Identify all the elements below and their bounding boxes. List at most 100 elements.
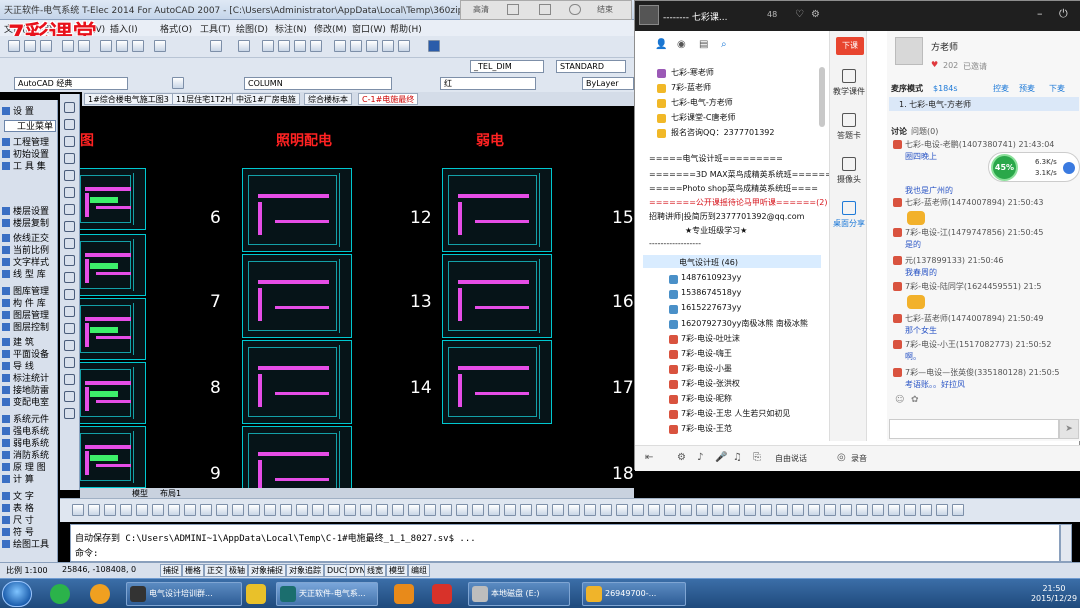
teacher-item[interactable]: 七彩课堂-C唐老师 bbox=[671, 112, 735, 123]
color-combo[interactable]: 红 bbox=[440, 77, 536, 90]
modify-tool-icon[interactable] bbox=[696, 504, 708, 516]
modify-tool-icon[interactable] bbox=[72, 504, 84, 516]
toolpalette-icon[interactable] bbox=[366, 40, 378, 52]
modify-tool-icon[interactable] bbox=[568, 504, 580, 516]
panel-item[interactable]: 变配电室 bbox=[2, 397, 49, 409]
preview-icon[interactable] bbox=[78, 40, 90, 52]
minimize-icon[interactable]: – bbox=[1037, 7, 1043, 20]
cut-icon[interactable] bbox=[100, 40, 112, 52]
modify-tool-icon[interactable] bbox=[952, 504, 964, 516]
modify-tool-icon[interactable] bbox=[488, 504, 500, 516]
sheet-system-1[interactable] bbox=[80, 168, 146, 230]
redo-icon[interactable] bbox=[238, 40, 250, 52]
modify-tool-icon[interactable] bbox=[728, 504, 740, 516]
polyline-icon[interactable] bbox=[64, 136, 75, 147]
send-icon[interactable]: ➤ bbox=[1059, 419, 1079, 439]
message-input[interactable] bbox=[889, 419, 1059, 439]
sheet-system-3[interactable] bbox=[80, 298, 146, 360]
matchprop-icon[interactable] bbox=[154, 40, 166, 52]
menu-format[interactable]: 格式(O) bbox=[160, 22, 192, 35]
pinned-app-icon[interactable] bbox=[246, 584, 266, 604]
panel-item[interactable]: 绘图工具 bbox=[2, 539, 49, 551]
flower-icon[interactable]: ✿ bbox=[911, 395, 919, 405]
tab-drawing-5[interactable]: C-1#电施最终 bbox=[358, 93, 419, 105]
gradient-icon[interactable] bbox=[64, 357, 75, 368]
modify-tool-icon[interactable] bbox=[216, 504, 228, 516]
task-yy[interactable]: 26949700-... bbox=[582, 582, 686, 606]
modify-tool-icon[interactable] bbox=[136, 504, 148, 516]
menu-draw[interactable]: 绘图(D) bbox=[236, 22, 268, 35]
member-item[interactable]: 1620792730yy南极冰熊 南极冰熊 bbox=[681, 318, 808, 329]
zoom-previous-icon[interactable] bbox=[310, 40, 322, 52]
workspace-combo[interactable]: AutoCAD 经典 bbox=[14, 77, 128, 90]
ellipse-icon[interactable] bbox=[64, 255, 75, 266]
modify-tool-icon[interactable] bbox=[712, 504, 724, 516]
settings-icon[interactable]: ⚙ bbox=[811, 9, 820, 20]
command-scrollbar[interactable] bbox=[1060, 524, 1072, 562]
subchannel-item[interactable]: ------------------ bbox=[649, 239, 701, 248]
menu-window[interactable]: 窗口(W) bbox=[352, 22, 386, 35]
drawing-canvas[interactable]: 图 照明配电 弱电 6 7 8 9 12 13 14 15 16 17 18 bbox=[80, 106, 634, 490]
modify-tool-icon[interactable] bbox=[760, 504, 772, 516]
panel-item[interactable]: 当前比例 bbox=[2, 245, 49, 257]
pause-icon[interactable] bbox=[569, 4, 581, 15]
emoji-icon[interactable]: ☺ bbox=[895, 395, 904, 405]
panel-item[interactable]: 尺 寸 bbox=[2, 515, 34, 527]
lineweight-toggle[interactable]: 线宽 bbox=[364, 564, 386, 577]
modify-tool-icon[interactable] bbox=[472, 504, 484, 516]
leave-class-button[interactable]: 下课 bbox=[836, 37, 864, 55]
tab-discuss[interactable]: 讨论 bbox=[891, 126, 907, 137]
acrobat-icon[interactable] bbox=[432, 584, 452, 604]
point-icon[interactable] bbox=[64, 323, 75, 334]
member-item[interactable]: 7彩-电设-王范 bbox=[681, 423, 732, 434]
modify-tool-icon[interactable] bbox=[616, 504, 628, 516]
panel-item[interactable]: 计 算 bbox=[2, 474, 34, 486]
dim-style-combo[interactable]: _TEL_DIM bbox=[470, 60, 544, 73]
stop-button[interactable]: 结束 bbox=[597, 4, 613, 15]
member-item[interactable]: 7彩-电设-张洪权 bbox=[681, 378, 740, 389]
modify-tool-icon[interactable] bbox=[328, 504, 340, 516]
panel-item[interactable]: 图层管理 bbox=[2, 310, 49, 322]
osnap-toggle[interactable]: 对象捕捉 bbox=[248, 564, 286, 577]
model-toggle[interactable]: 模型 bbox=[386, 564, 408, 577]
panel-item[interactable]: 符 号 bbox=[2, 527, 34, 539]
insert-block-icon[interactable] bbox=[64, 289, 75, 300]
panel-item[interactable]: 文字样式 bbox=[2, 257, 49, 269]
modify-tool-icon[interactable] bbox=[104, 504, 116, 516]
qq-icon[interactable] bbox=[90, 584, 110, 604]
modify-tool-icon[interactable] bbox=[264, 504, 276, 516]
polar-toggle[interactable]: 极轴 bbox=[226, 564, 248, 577]
table-tool-icon[interactable] bbox=[64, 391, 75, 402]
save-icon[interactable] bbox=[40, 40, 52, 52]
new-icon[interactable] bbox=[8, 40, 20, 52]
modify-tool-icon[interactable] bbox=[312, 504, 324, 516]
courseware-button[interactable]: 教学课件 bbox=[830, 69, 868, 97]
panel-item[interactable]: 线 型 库 bbox=[2, 269, 46, 281]
zoom-realtime-icon[interactable] bbox=[278, 40, 290, 52]
scale-readout[interactable]: 比例 1:100 bbox=[6, 565, 48, 576]
panel-item[interactable]: 消防系统 bbox=[2, 450, 49, 462]
ellipse-arc-icon[interactable] bbox=[64, 272, 75, 283]
sheet-lighting-4[interactable] bbox=[242, 426, 352, 490]
panel-item[interactable]: 初始设置 bbox=[2, 149, 49, 161]
channel-scrollbar[interactable] bbox=[819, 67, 825, 127]
subchannel-item[interactable]: =====电气设计班========= bbox=[649, 153, 783, 164]
teacher-item[interactable]: 7彩-蓝老师 bbox=[671, 82, 711, 93]
member-item[interactable]: 7彩-电设-王忠 人生若只如初见 bbox=[681, 408, 790, 419]
network-widget[interactable]: 45% 6.3K/s 3.1K/s bbox=[988, 152, 1080, 182]
modify-tool-icon[interactable] bbox=[920, 504, 932, 516]
mic-mode[interactable]: 麦序模式 bbox=[891, 83, 923, 94]
grid-toggle[interactable]: 栅格 bbox=[182, 564, 204, 577]
copy-icon[interactable] bbox=[116, 40, 128, 52]
sheet-lighting-1[interactable] bbox=[242, 168, 352, 252]
exit-channel-icon[interactable]: ⇤ bbox=[645, 452, 653, 463]
teacher-item[interactable]: 七彩-电气-方老师 bbox=[671, 97, 733, 108]
panel-item[interactable]: 工 具 集 bbox=[2, 161, 46, 173]
screenshot-icon[interactable]: ⎘ bbox=[753, 452, 761, 463]
modify-tool-icon[interactable] bbox=[376, 504, 388, 516]
music-icon[interactable]: ♫ bbox=[733, 452, 742, 463]
modify-tool-icon[interactable] bbox=[184, 504, 196, 516]
answer-card-button[interactable]: 答题卡 bbox=[830, 113, 868, 141]
speaker-icon[interactable]: ♪ bbox=[697, 452, 703, 463]
linetype-combo[interactable]: ByLayer bbox=[582, 77, 634, 90]
